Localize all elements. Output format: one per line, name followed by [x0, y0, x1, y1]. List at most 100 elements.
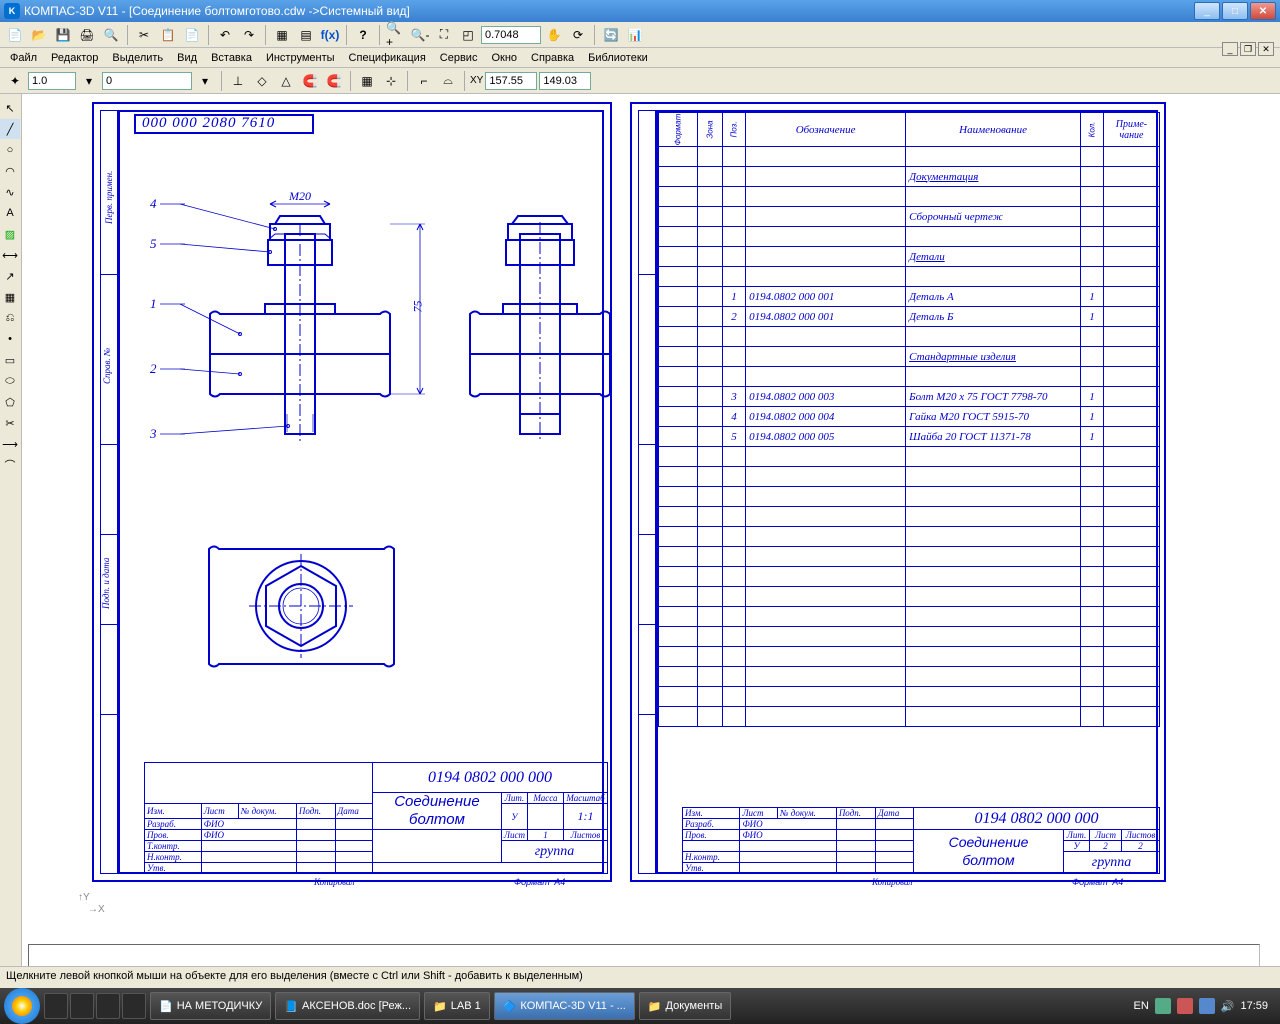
- close-button[interactable]: ✕: [1250, 2, 1276, 20]
- spline-icon[interactable]: ∿: [0, 182, 20, 202]
- menu-spec[interactable]: Спецификация: [343, 50, 432, 66]
- zoom-in-icon[interactable]: 🔍+: [385, 24, 407, 46]
- text-icon[interactable]: A: [0, 203, 20, 223]
- magnet2-icon[interactable]: 🧲: [323, 70, 345, 92]
- zoom-out-icon[interactable]: 🔍-: [409, 24, 431, 46]
- menu-file[interactable]: Файл: [4, 50, 43, 66]
- quick-launch-2[interactable]: [70, 993, 94, 1019]
- open-icon[interactable]: 📂: [28, 24, 50, 46]
- coord-x-input[interactable]: [485, 72, 537, 90]
- magnet-icon[interactable]: 🧲: [299, 70, 321, 92]
- perp-icon[interactable]: ⌐: [413, 70, 435, 92]
- extend-icon[interactable]: ⟶: [0, 434, 20, 454]
- hatch-icon[interactable]: ▨: [0, 224, 20, 244]
- tray-icon[interactable]: [1177, 998, 1193, 1014]
- print-icon[interactable]: 🖨: [76, 24, 98, 46]
- window-titlebar: K КОМПАС-3D V11 - [Соединение болтомгото…: [0, 0, 1280, 22]
- start-button[interactable]: [4, 988, 40, 1024]
- redo-icon[interactable]: ↷: [238, 24, 260, 46]
- circle-icon[interactable]: ○: [0, 140, 20, 160]
- menu-select[interactable]: Выделить: [106, 50, 169, 66]
- task-4[interactable]: 🔷КОМПАС-3D V11 - ...: [494, 992, 635, 1020]
- fx-icon[interactable]: f(x): [319, 24, 341, 46]
- rect-icon[interactable]: ▭: [0, 350, 20, 370]
- help-icon[interactable]: ?: [352, 24, 374, 46]
- fillet-icon[interactable]: ⌒: [0, 455, 20, 475]
- mdi-minimize[interactable]: _: [1222, 42, 1238, 56]
- pointer-icon[interactable]: ↖: [0, 98, 20, 118]
- leader-icon[interactable]: ↗: [0, 266, 20, 286]
- properties-icon[interactable]: 📊: [624, 24, 646, 46]
- minimize-button[interactable]: _: [1194, 2, 1220, 20]
- window-title: КОМПАС-3D V11 - [Соединение болтомготово…: [24, 4, 1194, 18]
- table-icon[interactable]: ▦: [0, 287, 20, 307]
- clock[interactable]: 17:59: [1240, 1000, 1268, 1012]
- task-1[interactable]: 📄НА МЕТОДИЧКУ: [150, 992, 271, 1020]
- titleblock-1: 0194 0802 000 000 Соединениеболтом Лит. …: [144, 762, 608, 874]
- task-3[interactable]: 📁LAB 1: [424, 992, 490, 1020]
- axis-icon[interactable]: ⊹: [380, 70, 402, 92]
- preview-icon[interactable]: 🔍: [100, 24, 122, 46]
- grid2-icon[interactable]: ▦: [356, 70, 378, 92]
- paste-icon[interactable]: 📄: [181, 24, 203, 46]
- menu-libraries[interactable]: Библиотеки: [582, 50, 654, 66]
- menu-edit[interactable]: Редактор: [45, 50, 104, 66]
- pan-icon[interactable]: ✋: [543, 24, 565, 46]
- line-icon[interactable]: ╱: [0, 119, 20, 139]
- copy-icon[interactable]: 📋: [157, 24, 179, 46]
- sheet-spec: Формат Зона Поз. Обозначение Наименовани…: [630, 102, 1166, 882]
- tray-icon[interactable]: [1199, 998, 1215, 1014]
- quick-launch-4[interactable]: [122, 993, 146, 1019]
- zoom-window-icon[interactable]: ◰: [457, 24, 479, 46]
- tray-icon[interactable]: [1155, 998, 1171, 1014]
- tangent-icon[interactable]: ⌓: [437, 70, 459, 92]
- maximize-button[interactable]: □: [1222, 2, 1248, 20]
- menu-window[interactable]: Окно: [485, 50, 523, 66]
- dim-icon[interactable]: ⟷: [0, 245, 20, 265]
- break-icon[interactable]: ⎌: [0, 308, 20, 328]
- quick-launch-3[interactable]: [96, 993, 120, 1019]
- cut-icon[interactable]: ✂: [133, 24, 155, 46]
- lineweight-input[interactable]: [28, 72, 76, 90]
- undo-icon[interactable]: ↶: [214, 24, 236, 46]
- ortho-icon[interactable]: ⊥: [227, 70, 249, 92]
- point-icon[interactable]: •: [0, 329, 20, 349]
- menu-tools[interactable]: Инструменты: [260, 50, 341, 66]
- mdi-close[interactable]: ✕: [1258, 42, 1274, 56]
- rotate-icon[interactable]: ⟳: [567, 24, 589, 46]
- snap-end-icon[interactable]: ◇: [251, 70, 273, 92]
- task-2[interactable]: 📘АКСЕНОВ.doc [Реж...: [275, 992, 420, 1020]
- leader-4: 4: [150, 196, 157, 212]
- status-bar: Щелкните левой кнопкой мыши на объекте д…: [0, 966, 1280, 988]
- layer-input[interactable]: [102, 72, 192, 90]
- zoom-fit-icon[interactable]: ⛶: [433, 24, 455, 46]
- volume-icon[interactable]: 🔊: [1221, 1000, 1235, 1013]
- snap-icon[interactable]: ✦: [4, 70, 26, 92]
- mdi-restore[interactable]: ❐: [1240, 42, 1256, 56]
- trim-icon[interactable]: ✂: [0, 413, 20, 433]
- toolbar-props: ✦ ▾ ▾ ⊥ ◇ △ 🧲 🧲 ▦ ⊹ ⌐ ⌓ XY: [0, 68, 1280, 94]
- drawing-canvas[interactable]: Перв. примен. Справ. № Подп. и дата 000 …: [22, 94, 1280, 966]
- sidecol-podp: Подп. и дата: [101, 549, 111, 609]
- menu-service[interactable]: Сервис: [434, 50, 484, 66]
- grid-icon[interactable]: ▦: [271, 24, 293, 46]
- layers-icon[interactable]: ▤: [295, 24, 317, 46]
- arc-icon[interactable]: ◠: [0, 161, 20, 181]
- save-icon[interactable]: 💾: [52, 24, 74, 46]
- menu-help[interactable]: Справка: [525, 50, 580, 66]
- layer-dropdown-icon[interactable]: ▾: [194, 70, 216, 92]
- style-dropdown-icon[interactable]: ▾: [78, 70, 100, 92]
- menu-view[interactable]: Вид: [171, 50, 203, 66]
- menu-insert[interactable]: Вставка: [205, 50, 258, 66]
- task-5[interactable]: 📁Документы: [639, 992, 731, 1020]
- refresh-icon[interactable]: 🔄: [600, 24, 622, 46]
- lang-indicator[interactable]: EN: [1133, 1000, 1148, 1012]
- zoom-input[interactable]: [481, 26, 541, 44]
- quick-launch-1[interactable]: [44, 993, 68, 1019]
- new-icon[interactable]: 📄: [4, 24, 26, 46]
- system-tray[interactable]: EN 🔊 17:59: [1133, 998, 1276, 1014]
- coord-y-input[interactable]: [539, 72, 591, 90]
- polygon-icon[interactable]: ⬠: [0, 392, 20, 412]
- ellipse-icon[interactable]: ⬭: [0, 371, 20, 391]
- snap-mid-icon[interactable]: △: [275, 70, 297, 92]
